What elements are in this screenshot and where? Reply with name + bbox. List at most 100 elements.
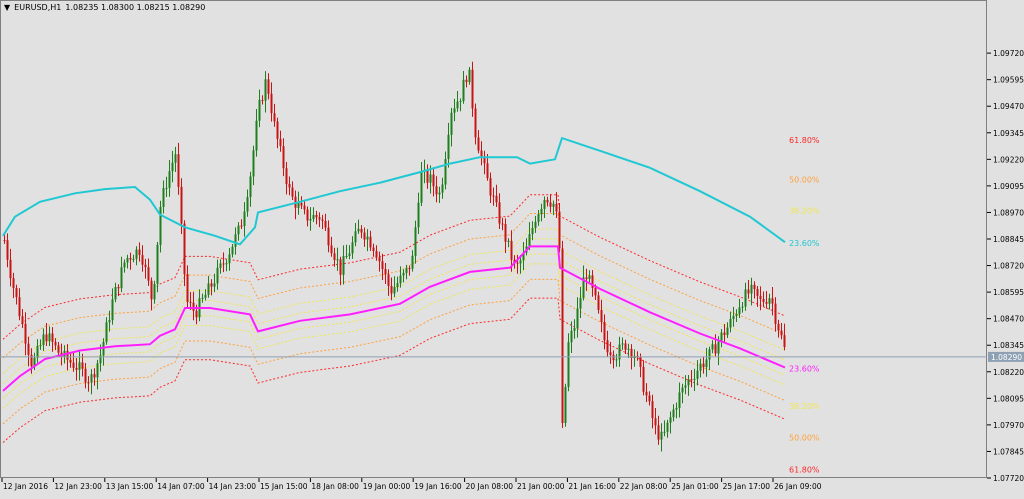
bull-candle-body — [438, 192, 441, 195]
bull-candle-body — [675, 407, 678, 410]
bear-candle-body — [612, 354, 615, 360]
bear-candle-body — [432, 174, 435, 187]
ohlc-values: 1.08235 1.08300 1.08215 1.08290 — [65, 3, 206, 12]
bear-candle-body — [654, 418, 657, 426]
price-tick-label: 1.07720 — [993, 474, 1024, 483]
bull-candle-body — [105, 322, 108, 342]
bull-candle-body — [393, 287, 396, 294]
bull-candle-body — [399, 275, 402, 284]
bull-candle-body — [519, 260, 522, 264]
bear-candle-body — [267, 79, 270, 94]
bear-candle-body — [474, 108, 477, 138]
bull-candle-body — [534, 221, 537, 228]
bear-candle-body — [15, 288, 18, 298]
bear-candle-body — [189, 302, 192, 303]
bear-candle-body — [273, 113, 276, 122]
bull-candle-body — [165, 187, 168, 189]
bull-candle-body — [531, 228, 534, 235]
bull-candle-body — [234, 234, 237, 247]
bear-candle-body — [723, 332, 726, 335]
bull-candle-body — [699, 363, 702, 371]
bull-candle-body — [39, 345, 42, 347]
bull-candle-body — [537, 214, 540, 222]
bear-candle-body — [129, 257, 132, 260]
bull-candle-body — [681, 387, 684, 393]
bull-candle-body — [693, 378, 696, 380]
bear-candle-body — [66, 350, 69, 360]
bull-candle-body — [717, 341, 720, 354]
bull-candle-body — [696, 370, 699, 379]
bear-candle-body — [51, 333, 54, 342]
bear-candle-body — [291, 187, 294, 197]
bull-candle-body — [264, 79, 267, 101]
bear-candle-body — [306, 209, 309, 221]
bear-candle-body — [321, 219, 324, 221]
bear-candle-body — [471, 69, 474, 109]
fib-level-label: 50.00% — [789, 434, 820, 443]
bull-candle-body — [114, 287, 117, 300]
bear-candle-body — [144, 264, 147, 268]
bear-candle-body — [657, 425, 660, 440]
bear-candle-body — [378, 257, 381, 262]
bear-candle-body — [177, 154, 180, 187]
bear-candle-body — [300, 203, 303, 206]
price-tick-label: 1.08220 — [993, 368, 1024, 377]
bull-candle-body — [420, 171, 423, 203]
bear-candle-body — [192, 302, 195, 311]
bear-candle-body — [138, 249, 141, 255]
upper-band-4 — [2, 238, 786, 384]
bear-candle-body — [648, 395, 651, 402]
bull-candle-body — [405, 268, 408, 273]
lower-band-4 — [2, 253, 786, 399]
bear-candle-body — [6, 240, 9, 260]
bear-candle-body — [333, 253, 336, 260]
bull-candle-body — [255, 120, 258, 151]
bear-candle-body — [783, 335, 786, 347]
bull-candle-body — [132, 258, 135, 260]
bull-candle-body — [348, 253, 351, 256]
bear-candle-body — [54, 341, 57, 346]
bear-candle-body — [642, 366, 645, 392]
bear-candle-body — [546, 200, 549, 203]
bear-candle-body — [363, 232, 366, 240]
fib-level-label: 38.20% — [789, 206, 820, 215]
bull-candle-body — [627, 348, 630, 350]
chevron-down-icon[interactable]: ▼ — [4, 3, 10, 12]
bull-candle-body — [402, 272, 405, 276]
time-tick-label: 21 Jan 00:00 — [517, 482, 565, 491]
bull-candle-body — [456, 101, 459, 109]
time-tick-label: 15 Jan 15:00 — [260, 482, 308, 491]
chart-window: ▼ EURUSD,H1 1.08235 1.08300 1.08215 1.0829… — [0, 0, 1024, 495]
bull-candle-body — [168, 171, 171, 188]
bull-candle-body — [552, 203, 555, 207]
bull-candle-body — [96, 363, 99, 378]
bull-candle-body — [162, 188, 165, 207]
bull-candle-body — [216, 267, 219, 284]
bear-candle-body — [465, 79, 468, 83]
bear-candle-body — [324, 221, 327, 228]
time-tick-label: 19 Jan 16:00 — [414, 482, 462, 491]
bear-candle-body — [753, 284, 756, 290]
time-tick-label: 18 Jan 08:00 — [311, 482, 359, 491]
bull-candle-body — [576, 308, 579, 329]
price-tick-label: 1.08970 — [993, 208, 1024, 217]
bull-candle-body — [579, 297, 582, 309]
time-axis[interactable]: 12 Jan 2016 12 Jan 23:00 13 Jan 15:00 14 Ja… — [1, 478, 822, 491]
bull-candle-body — [459, 101, 462, 102]
bull-candle-body — [672, 409, 675, 418]
bull-candle-body — [342, 256, 345, 275]
bull-candle-body — [729, 318, 732, 328]
bull-candle-body — [366, 236, 369, 240]
bear-candle-body — [489, 178, 492, 196]
bull-candle-body — [252, 150, 255, 177]
bear-candle-body — [594, 287, 597, 296]
cyan-moving-average — [2, 136, 786, 246]
price-tick-label: 1.07845 — [993, 447, 1024, 456]
bear-candle-body — [210, 283, 213, 287]
bull-candle-body — [108, 320, 111, 323]
bull-candle-body — [450, 112, 453, 135]
bear-candle-body — [765, 302, 768, 304]
price-axis[interactable]: 1.09720 1.09595 1.09470 1.09345 1.09220 1.090… — [987, 49, 1024, 483]
price-chart[interactable]: 1.09720 1.09595 1.09470 1.09345 1.09220 1.090… — [0, 0, 1024, 495]
bear-candle-body — [21, 316, 24, 324]
